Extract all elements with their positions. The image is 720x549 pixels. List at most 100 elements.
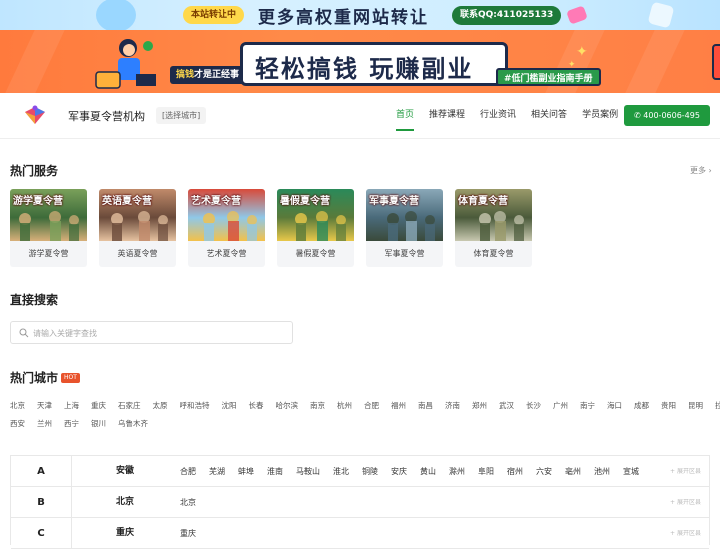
select-city-button[interactable]: [选择城市] <box>156 107 207 124</box>
city-link[interactable]: 昆明 <box>688 400 703 418</box>
search-box <box>10 321 293 344</box>
city-link[interactable]: 武汉 <box>499 400 514 418</box>
city-link[interactable]: 天津 <box>37 400 52 418</box>
city-link[interactable]: 阜阳 <box>478 456 494 487</box>
city-link[interactable]: 石家庄 <box>118 400 141 418</box>
city-link[interactable]: 呼和浩特 <box>180 400 210 418</box>
city-link[interactable]: 贵阳 <box>661 400 676 418</box>
main-nav: 首页 推荐课程 行业资讯 相关问答 学员案例 <box>396 109 633 131</box>
city-link[interactable]: 蚌埠 <box>238 456 254 487</box>
service-caption[interactable]: 艺术夏令营 <box>188 241 265 267</box>
decoration-shape <box>712 44 720 80</box>
nav-cases[interactable]: 学员案例 <box>582 109 618 131</box>
service-card[interactable]: 体育夏令营 体育夏令营 <box>455 189 532 267</box>
city-link[interactable]: 安庆 <box>391 456 407 487</box>
city-link[interactable]: 兰州 <box>37 418 52 436</box>
service-caption[interactable]: 军事夏令营 <box>366 241 443 267</box>
city-link[interactable]: 银川 <box>91 418 106 436</box>
province-cities: 合肥 芜湖 蚌埠 淮南 马鞍山 淮北 铜陵 安庆 黄山 滁州 阜阳 宿州 六安 亳州 池州 宣城 <box>180 456 652 487</box>
city-link[interactable]: 合肥 <box>364 400 379 418</box>
nav-courses[interactable]: 推荐课程 <box>429 109 465 131</box>
city-link[interactable]: 太原 <box>153 400 168 418</box>
top-transfer-banner[interactable]: 本站转让中 更多高权重网站转让 联系QQ:411025133 <box>0 0 720 30</box>
expand-districts-button[interactable]: + 展开区县 <box>670 487 701 518</box>
city-link[interactable]: 西安 <box>10 418 25 436</box>
city-link[interactable]: 宣城 <box>623 456 639 487</box>
site-header: 军事夏令营机构 [选择城市] 首页 推荐课程 行业资讯 相关问答 学员案例 ✆ … <box>0 93 720 139</box>
city-link[interactable]: 淮南 <box>267 456 283 487</box>
hot-services-list: 游学夏令营 游学夏令营 英语夏令营 英语夏令营 艺术夏令营 艺术夏令营 暑假夏令营 暑假夏令营… <box>10 189 544 267</box>
city-link[interactable]: 福州 <box>391 400 406 418</box>
province-name[interactable]: 北京 <box>116 487 134 518</box>
city-link[interactable]: 哈尔滨 <box>276 400 299 418</box>
city-link[interactable]: 杭州 <box>337 400 352 418</box>
city-link[interactable]: 合肥 <box>180 456 196 487</box>
city-link[interactable]: 沈阳 <box>222 400 237 418</box>
city-link[interactable]: 长沙 <box>526 400 541 418</box>
site-name[interactable]: 军事夏令营机构 <box>68 108 145 124</box>
city-link[interactable]: 亳州 <box>565 456 581 487</box>
service-image: 体育夏令营 <box>455 189 532 241</box>
city-link[interactable]: 池州 <box>594 456 610 487</box>
city-link[interactable]: 滁州 <box>449 456 465 487</box>
city-link[interactable]: 海口 <box>607 400 622 418</box>
sparkle-icon: ✦ <box>568 60 576 70</box>
nav-news[interactable]: 行业资讯 <box>480 109 516 131</box>
service-caption[interactable]: 暑假夏令营 <box>277 241 354 267</box>
nav-home[interactable]: 首页 <box>396 109 415 131</box>
city-link[interactable]: 南宁 <box>580 400 595 418</box>
search-input[interactable] <box>33 324 288 342</box>
ad-headline: 轻松搞钱 玩赚副业 <box>255 55 474 83</box>
plus-icon: + <box>670 499 677 506</box>
city-link[interactable]: 北京 <box>180 487 196 518</box>
nav-qa[interactable]: 相关问答 <box>531 109 567 131</box>
city-link[interactable]: 济南 <box>445 400 460 418</box>
province-name[interactable]: 重庆 <box>116 518 134 549</box>
city-link[interactable]: 六安 <box>536 456 552 487</box>
index-letter: A <box>11 456 72 487</box>
table-row: B 北京 北京 + 展开区县 <box>11 487 709 518</box>
city-link[interactable]: 南京 <box>310 400 325 418</box>
service-card[interactable]: 艺术夏令营 艺术夏令营 <box>188 189 265 267</box>
city-link[interactable]: 拉萨 <box>715 400 720 418</box>
service-card[interactable]: 暑假夏令营 暑假夏令营 <box>277 189 354 267</box>
city-link[interactable]: 乌鲁木齐 <box>118 418 148 436</box>
city-link[interactable]: 北京 <box>10 400 25 418</box>
city-link[interactable]: 淮北 <box>333 456 349 487</box>
index-letter: B <box>11 487 72 518</box>
city-link[interactable]: 重庆 <box>180 518 196 549</box>
phone-button[interactable]: ✆ 400-0606-495 <box>624 105 710 126</box>
table-row: C 重庆 重庆 + 展开区县 <box>11 518 709 549</box>
city-link[interactable]: 广州 <box>553 400 568 418</box>
city-link[interactable]: 芜湖 <box>209 456 225 487</box>
service-card[interactable]: 军事夏令营 军事夏令营 <box>366 189 443 267</box>
city-link[interactable]: 重庆 <box>91 400 106 418</box>
more-link[interactable]: 更多 › <box>690 165 712 176</box>
expand-districts-button[interactable]: + 展开区县 <box>670 518 701 549</box>
city-link[interactable]: 成都 <box>634 400 649 418</box>
city-link[interactable]: 黄山 <box>420 456 436 487</box>
hot-services-title: 热门服务 <box>10 164 59 178</box>
hot-cities-title: 热门城市 <box>10 371 59 385</box>
city-link[interactable]: 南昌 <box>418 400 433 418</box>
service-card[interactable]: 英语夏令营 英语夏令营 <box>99 189 176 267</box>
city-link[interactable]: 上海 <box>64 400 79 418</box>
service-caption[interactable]: 英语夏令营 <box>99 241 176 267</box>
province-cities: 北京 <box>180 487 209 518</box>
ad-banner[interactable]: 搞钱才是正经事! 轻松搞钱 玩赚副业 #低门槛副业指南手册 ✦ ✦ <box>0 30 720 93</box>
expand-districts-button[interactable]: + 展开区县 <box>670 456 701 487</box>
city-link[interactable]: 郑州 <box>472 400 487 418</box>
city-link[interactable]: 铜陵 <box>362 456 378 487</box>
service-card[interactable]: 游学夏令营 游学夏令营 <box>10 189 87 267</box>
city-link[interactable]: 西宁 <box>64 418 79 436</box>
city-link[interactable]: 马鞍山 <box>296 456 320 487</box>
service-caption[interactable]: 体育夏令营 <box>455 241 532 267</box>
city-index-table: A 安徽 合肥 芜湖 蚌埠 淮南 马鞍山 淮北 铜陵 安庆 黄山 滁州 阜阳 宿州 六安 亳州 池州 宣城 + 展开… <box>10 455 710 549</box>
mascot-decoration <box>96 0 136 30</box>
person-illustration <box>95 39 156 89</box>
province-name[interactable]: 安徽 <box>116 456 134 487</box>
city-link[interactable]: 长春 <box>249 400 264 418</box>
site-logo[interactable] <box>22 104 48 126</box>
service-caption[interactable]: 游学夏令营 <box>10 241 87 267</box>
city-link[interactable]: 宿州 <box>507 456 523 487</box>
